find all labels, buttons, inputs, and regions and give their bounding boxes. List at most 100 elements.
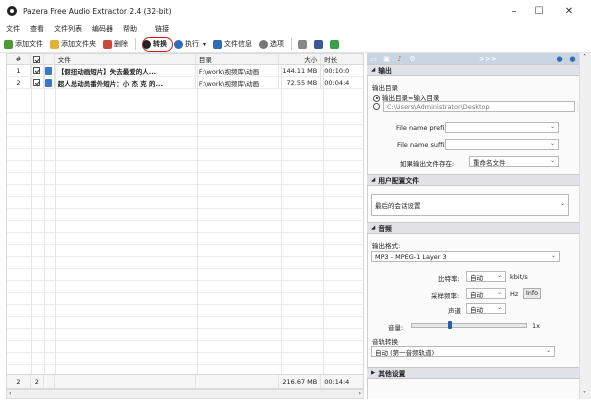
col-header-duration[interactable]: 时长 xyxy=(321,54,363,64)
volume-slider-knob[interactable] xyxy=(448,321,453,329)
menu-file[interactable]: 文件 xyxy=(6,24,20,34)
add-folder-button[interactable]: 添加文件夹 xyxy=(50,39,96,49)
chevron-down-icon[interactable]: ⌄ xyxy=(550,157,555,164)
row-number: 2 xyxy=(7,77,31,88)
menu-links[interactable]: 链接 xyxy=(155,24,169,34)
volume-label: 音量: xyxy=(388,324,404,332)
grid-divider xyxy=(281,65,282,374)
radio-off-icon[interactable] xyxy=(373,102,380,110)
output-format-value: MP3 - MPEG-1 Layer 3 xyxy=(375,252,447,261)
add-files-button[interactable]: 添加文件 xyxy=(4,39,43,49)
run-dropdown-icon[interactable]: ▾ xyxy=(203,41,206,48)
channels-select[interactable]: 自动 ⌄ xyxy=(466,303,506,314)
close-button[interactable]: ✕ xyxy=(552,0,586,22)
output-dir-label: 输出目录 xyxy=(372,84,398,92)
run-icon xyxy=(174,39,183,49)
bitrate-select[interactable]: 自动 ⌄ xyxy=(466,271,506,282)
output-format-label: 输出格式: xyxy=(372,242,401,250)
col-header-size[interactable]: 大小 xyxy=(279,54,322,64)
tools-button[interactable] xyxy=(298,39,308,49)
title-bar: Pazera Free Audio Extractor 2.4 (32-bit)… xyxy=(0,0,591,22)
tab-audio-icon[interactable]: ♪ xyxy=(393,53,406,64)
channels-label: 声道 xyxy=(448,307,461,315)
samplerate-unit: Hz xyxy=(510,290,519,298)
tab-nav-icon[interactable]: ● xyxy=(553,53,566,64)
chevron-down-icon[interactable]: ⌄ xyxy=(497,289,502,296)
delete-button[interactable]: 删除 xyxy=(103,39,128,49)
col-header-number[interactable]: # xyxy=(7,54,31,64)
grid-divider xyxy=(31,65,32,374)
row-duration: 00:10:0 xyxy=(324,66,350,75)
chevron-down-icon[interactable]: ⌄ xyxy=(497,304,502,311)
section-output-header[interactable]: ◢ 输出 xyxy=(367,64,579,76)
chevron-down-icon[interactable]: ⌄ xyxy=(551,252,556,259)
section-other-header[interactable]: ▶ 其他设置 xyxy=(367,367,579,379)
tab-profile-icon[interactable]: ▣ xyxy=(380,53,393,64)
suffix-combo[interactable]: ⌄ xyxy=(445,139,559,150)
profile-select[interactable]: 最后的会话设置 ⌄ xyxy=(371,194,569,216)
menu-encoder[interactable]: 编码器 xyxy=(92,24,113,34)
output-format-select[interactable]: MP3 - MPEG-1 Layer 3 ⌄ xyxy=(371,251,560,262)
tab-nav-icon[interactable]: ● xyxy=(566,53,579,64)
col-header-checkbox[interactable] xyxy=(31,54,44,64)
menu-view[interactable]: 查看 xyxy=(30,24,44,34)
section-audio-header[interactable]: ◢ 音频 xyxy=(367,222,579,234)
pin-icon xyxy=(330,39,340,49)
samplerate-value: 自动 xyxy=(470,290,483,299)
scroll-right-icon[interactable]: › xyxy=(359,390,361,397)
pin-button[interactable] xyxy=(330,39,340,49)
horizontal-scrollbar[interactable]: ‹ › xyxy=(6,389,364,399)
scroll-down-icon[interactable]: ˅ xyxy=(583,391,586,398)
table-row[interactable]: 2 超人总动员番外短片：小 杰 克 的... F:\work\视频库\动画 72… xyxy=(7,77,363,89)
table-row[interactable]: 1 【假扭动画短片】失去最爱的人... F:\work\视频库\动画 144.1… xyxy=(7,65,363,77)
window-title: Pazera Free Audio Extractor 2.4 (32-bit) xyxy=(23,6,172,16)
file-exists-select[interactable]: 重命名文件 ⌄ xyxy=(469,156,559,167)
file-info-button[interactable]: 文件信息 xyxy=(213,39,252,49)
options-button[interactable]: 选项 xyxy=(259,39,284,49)
add-folder-icon xyxy=(50,39,59,49)
collapse-icon: ◢ xyxy=(371,177,376,183)
row-checkbox[interactable] xyxy=(33,67,41,74)
chevron-down-icon[interactable]: ⌄ xyxy=(550,140,555,147)
row-size: 72.55 MB xyxy=(279,77,322,88)
file-info-label: 文件信息 xyxy=(224,40,253,48)
track-select[interactable]: 自动 (第一音频轨道) ⌄ xyxy=(371,346,555,357)
chevron-down-icon[interactable]: ⌄ xyxy=(546,347,551,354)
col-header-directory[interactable]: 目录 xyxy=(196,54,280,64)
col-header-file[interactable]: 文件 xyxy=(55,54,196,64)
chevron-down-icon[interactable]: ⌄ xyxy=(560,200,565,207)
convert-highlight-circle xyxy=(142,37,173,52)
volume-unit: 1x xyxy=(532,322,540,330)
chevron-down-icon[interactable]: ⌄ xyxy=(497,272,502,279)
samplerate-select[interactable]: 自动 ⌄ xyxy=(466,288,506,299)
tab-output-icon[interactable]: ▭ xyxy=(367,53,380,64)
maximize-button[interactable]: ☐ xyxy=(522,0,556,22)
browse-spacer xyxy=(577,101,578,112)
row-directory: F:\work\视频库\动画 xyxy=(196,77,280,88)
toolbar: 添加文件 添加文件夹 删除 转换 执行 ▾ 文件信息 选项 xyxy=(0,36,591,53)
row-checkbox[interactable] xyxy=(33,79,41,86)
profile-value: 最后的会话设置 xyxy=(375,202,421,210)
row-file-name: 超人总动员番外短片：小 杰 克 的... xyxy=(55,77,196,88)
scroll-up-icon[interactable]: ˄ xyxy=(583,54,586,61)
panel-vertical-scrollbar[interactable]: ˄ ˅ xyxy=(579,53,591,399)
tabs-more-button[interactable]: >>> xyxy=(479,55,497,63)
info-button[interactable]: Info xyxy=(523,288,541,299)
section-profile-header[interactable]: ◢ 用户配置文件 xyxy=(367,174,579,186)
scroll-left-icon[interactable]: ‹ xyxy=(9,390,11,397)
row-number: 1 xyxy=(7,65,31,76)
output-path-field[interactable]: C:\Users\Administrator\Desktop xyxy=(383,101,575,112)
volume-slider[interactable] xyxy=(411,323,527,328)
facebook-button[interactable] xyxy=(314,39,324,49)
prefix-combo[interactable]: ⌄ xyxy=(445,122,559,133)
suffix-label: File name suffix: xyxy=(397,141,451,149)
tab-settings-icon[interactable]: ⚙ xyxy=(406,53,419,64)
chevron-down-icon[interactable]: ⌄ xyxy=(550,123,555,130)
run-button[interactable]: 执行 ▾ xyxy=(174,39,206,49)
radio-custom-dir[interactable] xyxy=(373,102,382,110)
menu-help[interactable]: 帮助 xyxy=(123,24,137,34)
radio-on-icon[interactable] xyxy=(373,94,380,102)
select-all-checkbox[interactable] xyxy=(33,55,41,63)
menu-file-list[interactable]: 文件列表 xyxy=(54,24,82,34)
channels-value: 自动 xyxy=(470,305,483,314)
